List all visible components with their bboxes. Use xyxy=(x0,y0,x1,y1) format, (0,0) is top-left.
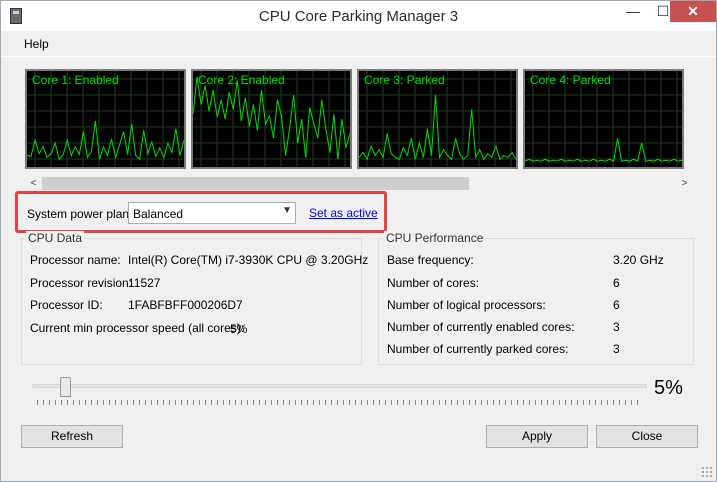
scroll-thumb[interactable] xyxy=(42,177,469,190)
core-3-label: Core 3: Parked xyxy=(364,73,445,87)
core-2-label: Core 2: Enabled xyxy=(198,73,285,87)
logical-processors-value: 6 xyxy=(613,298,620,312)
min-speed-slider[interactable] xyxy=(32,384,647,388)
processor-revision-label: Processor revision: xyxy=(30,276,133,290)
parked-cores-label: Number of currently parked cores: xyxy=(387,342,569,356)
core-graph-2: Core 2: Enabled xyxy=(191,69,352,169)
base-frequency-label: Base frequency: xyxy=(387,253,474,267)
core-graphs: Core 1: Enabled Core 2: Enabled Core 3: … xyxy=(25,69,693,172)
menu-bar: Help xyxy=(1,31,716,57)
chevron-down-icon[interactable]: ▼ xyxy=(282,205,292,216)
power-plan-dropdown[interactable]: Balanced ▼ xyxy=(128,202,296,224)
graphs-horizontal-scrollbar[interactable]: < > xyxy=(25,175,693,192)
cpu-data-title: CPU Data xyxy=(26,231,85,245)
min-speed-label: Current min processor speed (all cores): xyxy=(30,321,245,335)
scroll-left-arrow-icon[interactable]: < xyxy=(25,175,42,192)
parked-cores-value: 3 xyxy=(613,342,620,356)
main-window: CPU Core Parking Manager 3 — ☐ ✕ Help Co… xyxy=(0,0,717,482)
window-title: CPU Core Parking Manager 3 xyxy=(258,8,459,25)
minimize-button[interactable]: — xyxy=(616,1,650,22)
close-button[interactable]: Close xyxy=(596,425,698,448)
cores-count-value: 6 xyxy=(613,276,620,290)
slider-thumb[interactable] xyxy=(60,377,71,397)
processor-id-label: Processor ID: xyxy=(30,298,103,312)
core-graph-1: Core 1: Enabled xyxy=(25,69,186,169)
slider-ticks xyxy=(37,400,642,405)
core-graph-3: Core 3: Parked xyxy=(357,69,518,169)
base-frequency-value: 3.20 GHz xyxy=(613,253,664,267)
cores-count-label: Number of cores: xyxy=(387,276,480,290)
min-speed-value: 5% xyxy=(230,322,248,336)
set-as-active-link[interactable]: Set as active xyxy=(309,206,378,220)
processor-name-value: Intel(R) Core(TM) i7-3930K CPU @ 3.20GHz xyxy=(128,253,369,267)
enabled-cores-value: 3 xyxy=(613,320,620,334)
core-graph-4: Core 4: Parked xyxy=(523,69,684,169)
processor-revision-value: 11527 xyxy=(128,276,161,290)
logical-processors-label: Number of logical processors: xyxy=(387,298,546,312)
power-plan-selected: Balanced xyxy=(133,207,184,221)
processor-id-value: 1FABFBFF000206D7 xyxy=(128,298,243,312)
apply-button[interactable]: Apply xyxy=(486,425,588,448)
processor-name-label: Processor name: xyxy=(30,253,121,267)
refresh-button[interactable]: Refresh xyxy=(21,425,123,448)
cpu-performance-title: CPU Performance xyxy=(384,231,486,245)
scroll-right-arrow-icon[interactable]: > xyxy=(676,175,693,192)
power-plan-label: System power plan: xyxy=(27,207,133,221)
close-window-button[interactable]: ✕ xyxy=(670,1,716,22)
resize-grip-icon[interactable] xyxy=(701,466,713,478)
menu-help[interactable]: Help xyxy=(24,37,49,51)
core-4-label: Core 4: Parked xyxy=(530,73,611,87)
slider-percent-label: 5% xyxy=(654,377,683,399)
core-1-label: Core 1: Enabled xyxy=(32,73,119,87)
enabled-cores-label: Number of currently enabled cores: xyxy=(387,320,575,334)
title-bar: CPU Core Parking Manager 3 — ☐ ✕ xyxy=(1,1,716,31)
